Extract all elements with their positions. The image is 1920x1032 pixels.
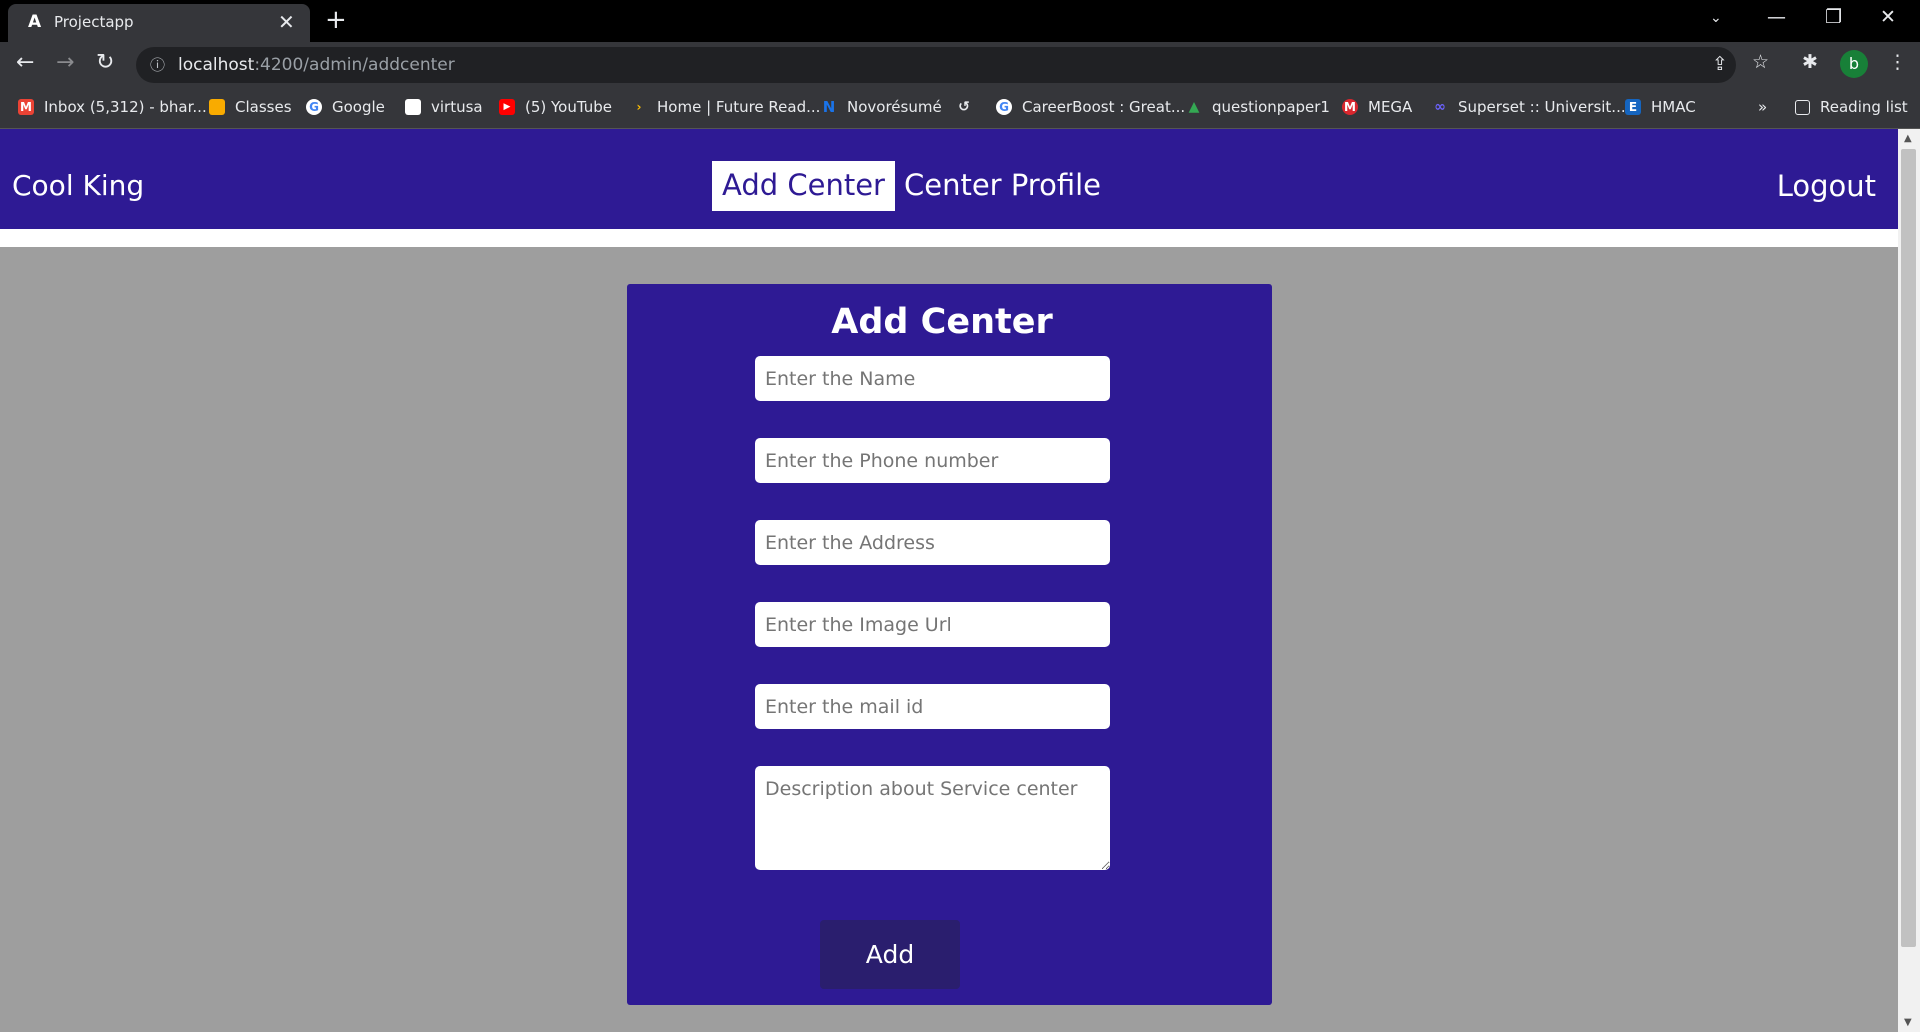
history-icon: ↺: [958, 99, 970, 115]
superset-icon: ∞: [1434, 99, 1446, 115]
bookmark-mega[interactable]: M MEGA: [1342, 96, 1412, 118]
bookmark-classes[interactable]: Classes: [209, 96, 292, 118]
drive-icon: ▲: [1188, 99, 1200, 115]
careerboost-icon: G: [996, 99, 1012, 115]
bookmark-future-ready[interactable]: › Home | Future Read...: [631, 96, 821, 118]
forward-icon[interactable]: →: [56, 50, 74, 75]
novoresume-icon: N: [822, 98, 836, 116]
menu-kebab-icon[interactable]: ⋮: [1888, 51, 1907, 73]
add-button[interactable]: Add: [820, 920, 960, 989]
bookmark-label: MEGA: [1368, 98, 1413, 116]
youtube-icon: ▶: [499, 99, 515, 115]
minimize-icon[interactable]: —: [1767, 6, 1786, 28]
nav-center-profile[interactable]: Center Profile: [894, 161, 1111, 211]
address-bar[interactable]: ⓘ localhost:4200/admin/addcenter ⇪: [136, 47, 1736, 83]
bookmark-virtusa[interactable]: virtusa: [405, 96, 483, 118]
share-icon[interactable]: ⇪: [1712, 53, 1728, 75]
site-info-icon[interactable]: ⓘ: [150, 54, 165, 75]
description-textarea[interactable]: [755, 766, 1110, 870]
bookmark-label: Home | Future Read...: [657, 98, 821, 116]
reload-icon[interactable]: ↻: [96, 50, 114, 75]
browser-tab[interactable]: A Projectapp ✕: [8, 4, 310, 42]
scroll-down-icon[interactable]: ▼: [1904, 1017, 1912, 1028]
bookmark-label: Superset :: Universit...: [1458, 98, 1626, 116]
bookmark-label: (5) YouTube: [525, 98, 613, 116]
bookmark-careerboost[interactable]: G CareerBoost : Great...: [996, 96, 1185, 118]
hmac-icon: E: [1625, 99, 1641, 115]
bookmarks-overflow[interactable]: »: [1758, 96, 1767, 118]
reading-list-label: Reading list: [1820, 98, 1908, 116]
app-navbar: Cool King Add Center Center Profile Logo…: [0, 129, 1898, 229]
mail-input[interactable]: [755, 684, 1110, 729]
google-icon: G: [306, 99, 322, 115]
scroll-up-icon[interactable]: ▲: [1904, 133, 1912, 144]
reading-list[interactable]: Reading list: [1795, 96, 1908, 118]
bookmark-star-icon[interactable]: ☆: [1752, 51, 1769, 73]
gmail-icon: M: [18, 99, 34, 115]
close-window-icon[interactable]: ✕: [1880, 6, 1896, 28]
bookmark-youtube[interactable]: ▶ (5) YouTube: [499, 96, 612, 118]
restore-icon[interactable]: ❐: [1825, 6, 1842, 28]
tab-title: Projectapp: [54, 13, 134, 31]
browser-toolbar: ← → ↻ ⓘ localhost:4200/admin/addcenter ⇪…: [0, 42, 1920, 88]
brand-name[interactable]: Cool King: [12, 169, 144, 202]
bookmark-novoresume[interactable]: N Novorésumé: [821, 96, 942, 118]
new-tab-icon[interactable]: +: [325, 5, 347, 35]
close-tab-icon[interactable]: ✕: [278, 10, 295, 34]
bookmark-label: virtusa: [431, 98, 483, 116]
tab-search-icon[interactable]: ⌄: [1710, 10, 1722, 26]
nav-add-center[interactable]: Add Center: [712, 161, 895, 211]
bookmark-label: Classes: [235, 98, 292, 116]
bookmark-google[interactable]: G Google: [306, 96, 385, 118]
bookmark-label: Novorésumé: [847, 98, 942, 116]
reading-list-icon: [1795, 99, 1810, 115]
bookmark-label: CareerBoost : Great...: [1022, 98, 1186, 116]
bookmark-gmail[interactable]: M Inbox (5,312) - bhar...: [18, 96, 207, 118]
bookmark-superset[interactable]: ∞ Superset :: Universit...: [1432, 96, 1626, 118]
bookmark-history[interactable]: ↺: [956, 96, 982, 118]
virtusa-icon: [405, 99, 421, 115]
chevron-double-right-icon: »: [1758, 98, 1768, 116]
url-text[interactable]: localhost:4200/admin/addcenter: [178, 55, 455, 75]
bookmark-label: HMAC: [1651, 98, 1696, 116]
browser-titlebar: A Projectapp ✕ + ⌄ — ❐ ✕: [0, 0, 1920, 42]
address-input[interactable]: [755, 520, 1110, 565]
image-url-input[interactable]: [755, 602, 1110, 647]
bookmark-label: questionpaper1: [1212, 98, 1330, 116]
add-center-form: Add Center Add: [627, 284, 1272, 1005]
future-ready-icon: ›: [636, 100, 642, 114]
page-scrollbar[interactable]: ▲ ▼: [1898, 129, 1920, 1032]
bookmarks-bar: M Inbox (5,312) - bhar... Classes G Goog…: [0, 88, 1920, 129]
header-divider: [0, 229, 1898, 247]
name-input[interactable]: [755, 356, 1110, 401]
scroll-thumb[interactable]: [1901, 149, 1916, 947]
classroom-icon: [209, 99, 225, 115]
back-icon[interactable]: ←: [16, 50, 34, 75]
bookmark-label: Google: [332, 98, 385, 116]
phone-input[interactable]: [755, 438, 1110, 483]
mega-icon: M: [1342, 99, 1358, 115]
angular-icon: A: [28, 12, 42, 32]
bookmark-label: Inbox (5,312) - bhar...: [44, 98, 207, 116]
bookmark-hmac[interactable]: E HMAC: [1625, 96, 1696, 118]
bookmark-questionpaper[interactable]: ▲ questionpaper1: [1186, 96, 1330, 118]
extensions-icon[interactable]: ✱: [1802, 51, 1818, 73]
profile-avatar[interactable]: b: [1840, 50, 1868, 78]
form-title: Add Center: [831, 302, 1053, 342]
logout-link[interactable]: Logout: [1777, 169, 1876, 203]
